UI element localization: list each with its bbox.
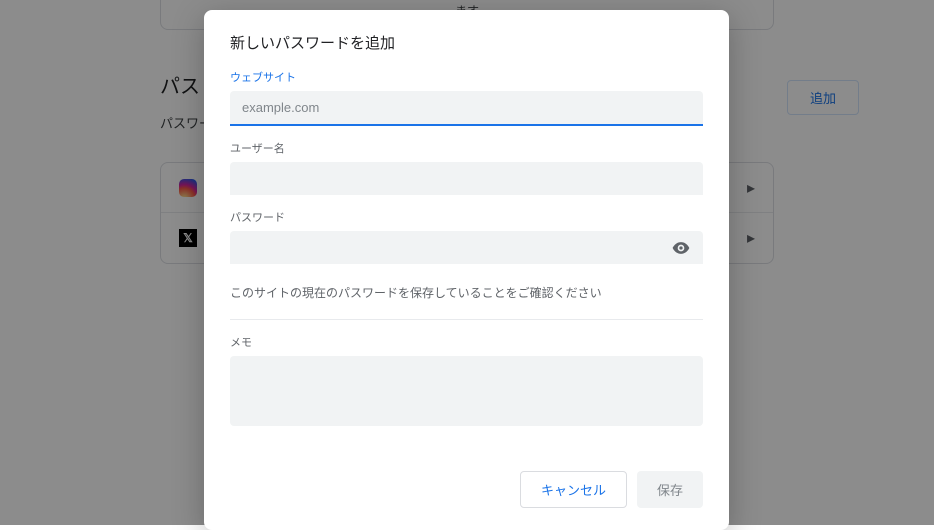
dialog-title: 新しいパスワードを追加: [230, 32, 703, 53]
add-password-dialog: 新しいパスワードを追加 ウェブサイト ユーザー名 パスワード このサイトの現在の…: [204, 10, 729, 530]
show-password-icon[interactable]: [671, 238, 691, 258]
password-field: パスワード: [230, 209, 703, 264]
cancel-button[interactable]: キャンセル: [520, 471, 627, 508]
website-input[interactable]: [230, 91, 703, 126]
memo-input[interactable]: [230, 356, 703, 426]
username-label: ユーザー名: [230, 140, 703, 156]
password-input[interactable]: [230, 231, 703, 264]
password-hint: このサイトの現在のパスワードを保存していることをご確認ください: [230, 284, 703, 301]
memo-field: メモ: [230, 334, 703, 431]
username-input[interactable]: [230, 162, 703, 195]
memo-label: メモ: [230, 334, 703, 350]
website-field: ウェブサイト: [230, 69, 703, 126]
divider: [230, 319, 703, 320]
username-field: ユーザー名: [230, 140, 703, 195]
password-label: パスワード: [230, 209, 703, 225]
dialog-actions: キャンセル 保存: [230, 471, 703, 508]
website-label: ウェブサイト: [230, 69, 703, 85]
save-button[interactable]: 保存: [637, 471, 703, 508]
